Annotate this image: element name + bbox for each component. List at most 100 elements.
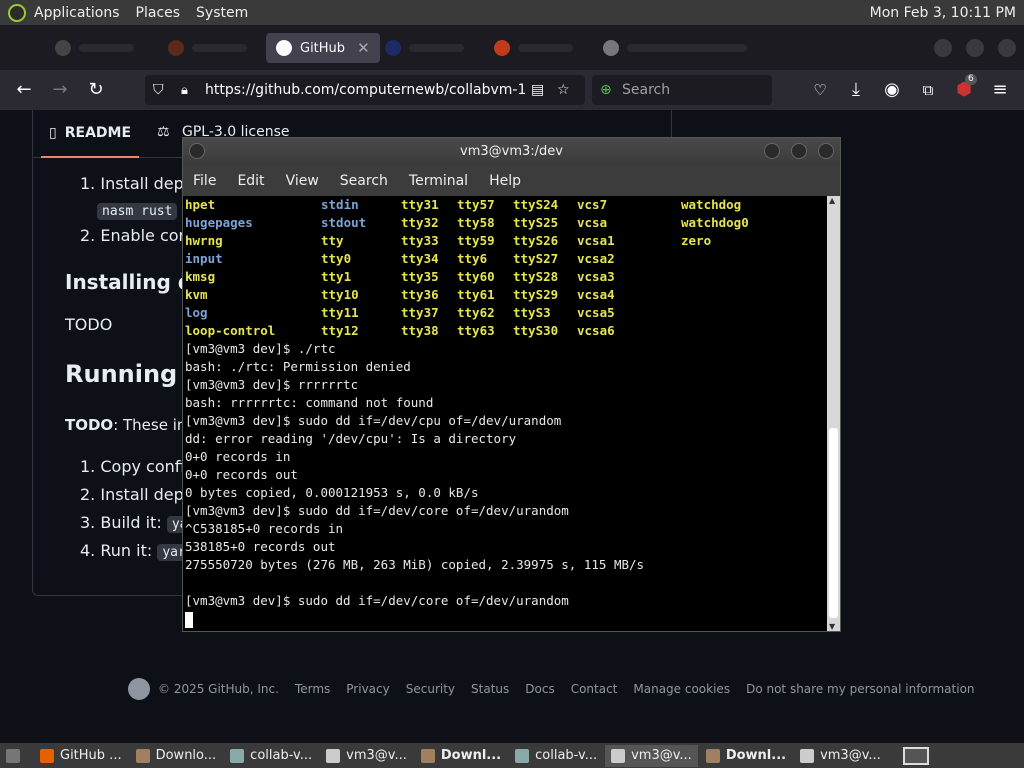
terminal-line: [vm3@vm3 dev]$ ./rtc xyxy=(185,341,336,356)
ls-entry: log xyxy=(185,305,208,320)
terminal-titlebar[interactable]: vm3@vm3:/dev xyxy=(183,138,840,166)
terminal-title: vm3@vm3:/dev xyxy=(460,144,563,159)
extensions-icon[interactable]: ⧉ xyxy=(915,78,941,102)
ls-entry: kmsg xyxy=(185,269,216,284)
task-list: GitHub ... Downlo... collab-v... vm3@v... Do… xyxy=(34,744,889,767)
taskbar-item[interactable]: vm3@v... xyxy=(794,745,887,767)
menu-search[interactable]: Search xyxy=(340,173,388,189)
footer-link-contact[interactable]: Contact xyxy=(571,682,618,696)
tab-4[interactable] xyxy=(385,33,464,63)
terminal-minimize-button[interactable] xyxy=(764,143,780,159)
account-icon[interactable]: ◉ xyxy=(879,78,905,102)
system-menu[interactable]: System xyxy=(188,0,256,25)
footer-link-status[interactable]: Status xyxy=(471,682,509,696)
bookmark-star-icon[interactable]: ☆ xyxy=(557,82,570,98)
back-icon[interactable]: ← xyxy=(11,78,37,102)
pocket-icon[interactable]: ♡ xyxy=(807,78,833,102)
tab-readme[interactable]: ▯ README xyxy=(41,110,140,158)
ls-listing: hpet stdin tty31 tty57 ttyS24 vcs7 watchdog hug… xyxy=(185,196,828,340)
taskbar-item[interactable]: Downl... xyxy=(700,745,792,767)
terminal-scroll-thumb[interactable] xyxy=(829,428,838,618)
taskbar-item[interactable]: Downl... xyxy=(415,745,507,767)
search-bar[interactable]: ⊕ Search xyxy=(592,75,772,105)
menu-terminal[interactable]: Terminal xyxy=(409,173,468,189)
show-desktop-button[interactable] xyxy=(0,745,32,767)
reload-icon[interactable]: ↻ xyxy=(83,78,109,102)
distro-logo-icon[interactable] xyxy=(8,3,26,22)
terminal-cursor-line[interactable] xyxy=(185,610,828,628)
terminal-window[interactable]: vm3@vm3:/dev File Edit View Search Termi… xyxy=(182,137,841,632)
search-placeholder: Search xyxy=(622,82,671,98)
tab-github-1[interactable] xyxy=(55,33,134,63)
shield-icon[interactable]: ⛉ xyxy=(153,82,164,98)
terminal-line: [vm3@vm3 dev]$ sudo dd if=/dev/core of=/… xyxy=(185,593,569,608)
url-text[interactable]: https://github.com/computernewb/collabvm… xyxy=(205,82,525,98)
ls-entry: loop-control xyxy=(185,323,276,338)
maximize-button[interactable] xyxy=(966,39,984,57)
footer-link-terms[interactable]: Terms xyxy=(295,682,330,696)
workspace-switcher[interactable] xyxy=(897,745,935,767)
ls-entry: vcsa6 xyxy=(577,323,615,338)
footer-link-do-not-share[interactable]: Do not share my personal information xyxy=(746,682,974,696)
list-item-code: nasm rust xyxy=(97,200,178,220)
places-menu[interactable]: Places xyxy=(128,0,189,25)
applications-menu[interactable]: Applications xyxy=(26,0,128,25)
ls-entry: tty34 xyxy=(401,251,439,266)
close-button[interactable] xyxy=(998,39,1016,57)
search-engine-icon: ⊕ xyxy=(600,82,612,98)
url-bar[interactable]: ⛉ 🔒︎ https://github.com/computernewb/col… xyxy=(145,75,585,105)
ls-entry: tty11 xyxy=(321,305,359,320)
ls-entry: tty32 xyxy=(401,215,439,230)
taskbar: GitHub ... Downlo... collab-v... vm3@v... Do… xyxy=(0,743,1024,768)
terminal-output[interactable]: hpet stdin tty31 tty57 ttyS24 vcs7 watchdog hug… xyxy=(183,196,828,631)
terminal-maximize-button[interactable] xyxy=(791,143,807,159)
minimize-button[interactable] xyxy=(934,39,952,57)
menu-file[interactable]: File xyxy=(193,173,216,189)
reader-view-icon[interactable]: ▤ xyxy=(531,82,544,98)
tab-6[interactable] xyxy=(603,33,747,63)
menu-edit[interactable]: Edit xyxy=(237,173,264,189)
menu-help[interactable]: Help xyxy=(489,173,521,189)
taskbar-item[interactable]: collab-v... xyxy=(224,745,318,767)
github-icon xyxy=(55,40,71,56)
scroll-down-icon[interactable]: ▼ xyxy=(829,622,835,631)
ls-entry: vcsa xyxy=(577,215,608,230)
footer-link-privacy[interactable]: Privacy xyxy=(346,682,389,696)
app-menu-icon[interactable]: ≡ xyxy=(987,78,1013,102)
ls-entry: zero xyxy=(681,233,712,248)
ublock-icon[interactable]: ⬢ 6 xyxy=(951,74,977,102)
ls-entry: tty6 xyxy=(457,251,488,266)
ls-entry: vcsa4 xyxy=(577,287,615,302)
lock-icon[interactable]: 🔒︎ xyxy=(181,83,188,98)
github-logo-icon[interactable] xyxy=(128,678,150,700)
tab-close-icon[interactable]: ✕ xyxy=(357,39,370,57)
taskbar-app-icon xyxy=(800,748,815,763)
taskbar-item[interactable]: collab-v... xyxy=(509,745,603,767)
taskbar-item[interactable]: vm3@v... xyxy=(605,744,698,767)
taskbar-item[interactable]: vm3@v... xyxy=(320,745,413,767)
terminal-close-button[interactable] xyxy=(818,143,834,159)
ls-row: hpet stdin tty31 tty57 ttyS24 vcs7 watchdog xyxy=(185,196,828,214)
menu-view[interactable]: View xyxy=(286,173,319,189)
terminal-scrollbar[interactable]: ▲ ▼ xyxy=(827,196,840,631)
tab-icon xyxy=(168,40,184,56)
ls-entry: tty36 xyxy=(401,287,439,302)
command-output: [vm3@vm3 dev]$ ./rtc bash: ./rtc: Permiss… xyxy=(185,340,828,610)
scroll-up-icon[interactable]: ▲ xyxy=(829,196,835,205)
taskbar-item[interactable]: GitHub ... xyxy=(34,745,128,767)
tab-label: GitHub xyxy=(300,40,346,56)
tab-2[interactable] xyxy=(168,33,247,63)
downloads-icon[interactable]: ⤓ xyxy=(843,78,869,102)
clock[interactable]: Mon Feb 3, 10:11 PM xyxy=(870,5,1024,21)
taskbar-app-icon xyxy=(611,748,626,763)
tab-5[interactable] xyxy=(494,33,573,63)
taskbar-item[interactable]: Downlo... xyxy=(130,745,223,767)
taskbar-app-icon xyxy=(135,748,150,763)
tab-icon xyxy=(385,40,401,56)
footer-link-security[interactable]: Security xyxy=(406,682,455,696)
footer-link-cookies[interactable]: Manage cookies xyxy=(633,682,730,696)
forward-icon[interactable]: → xyxy=(47,78,73,102)
footer-link-docs[interactable]: Docs xyxy=(525,682,554,696)
tab-github-active[interactable]: GitHub ✕ xyxy=(266,33,380,63)
window-menu-button[interactable] xyxy=(189,143,205,159)
